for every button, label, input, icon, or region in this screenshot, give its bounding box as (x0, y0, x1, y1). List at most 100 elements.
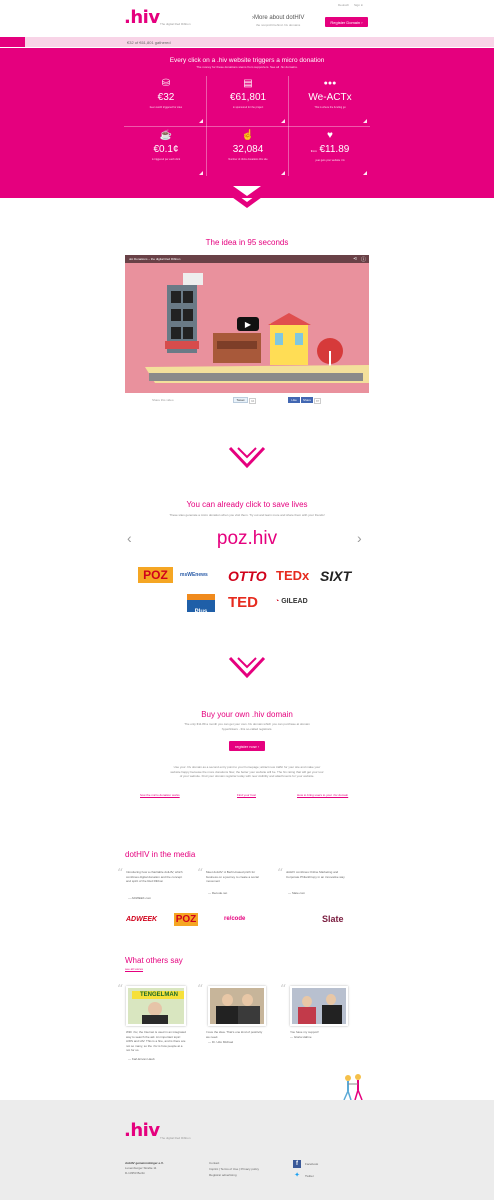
footer-link-registrar[interactable]: Registrar advertising (209, 1173, 237, 1177)
link-how-it-works[interactable]: how the micro donation works (140, 793, 180, 797)
testimonial-photo-3 (290, 986, 348, 1026)
stat-donated[interactable]: ⛁ €32 been worth triggered for sites (126, 78, 206, 126)
heart-icon: ♥ (327, 130, 333, 141)
logo-otto[interactable]: OTTO (228, 568, 267, 584)
logo-tedx[interactable]: TEDx (276, 568, 309, 583)
header: .hiv The digital Red Ribbon ›More about … (0, 0, 494, 36)
coins-icon: ⛁ (161, 78, 171, 89)
media-quote-3-source: — Slate.com (288, 891, 306, 895)
chevron-right-icon: › (257, 743, 260, 749)
person-body (142, 1015, 168, 1024)
tengelmann-sign: TENGELMAN (132, 991, 184, 999)
corner-arrow-icon (363, 171, 367, 175)
corner-arrow-icon (363, 119, 367, 123)
divider (288, 76, 289, 176)
share-icon[interactable]: ⋖ (353, 256, 357, 262)
logo-poz-media[interactable]: POZ (174, 913, 198, 926)
media-section-title: dotHIV in the media (125, 850, 196, 859)
facebook-link[interactable]: f Facebook (293, 1160, 318, 1168)
sign-in-link[interactable]: Sign in (354, 3, 363, 7)
footer-org-street: Luxemburger Straße 11 (125, 1166, 157, 1170)
lang-link-de[interactable]: Deutsch (338, 3, 349, 7)
logo-msw[interactable]: msWEnews (180, 572, 208, 578)
more-about-link[interactable]: ›More about dotHIV (252, 15, 304, 21)
logo-sixt[interactable]: SIXT (320, 568, 351, 584)
link-bring-users[interactable]: How to bring users to your .hiv domain (297, 793, 348, 797)
person-head (302, 996, 312, 1007)
media-quote-1: Introducing how a charitable dotHIV, whi… (126, 870, 183, 883)
see-all-voices-link[interactable]: see all voices (125, 967, 143, 971)
corner-arrow-icon (281, 119, 285, 123)
logo-ted[interactable]: TED (228, 594, 258, 611)
play-icon: ▶ (244, 319, 252, 329)
footer-logo[interactable]: .hiv (124, 1120, 160, 1141)
logo-plus[interactable]: Plus (187, 594, 215, 615)
testimonial-1-text: With .hiv, the Internet is used in an in… (126, 1030, 186, 1052)
quote-icon: “ (280, 982, 287, 996)
stat-beneficiary[interactable]: ●●● We-ACTx This is where the funding go (290, 78, 370, 126)
media-quote-1-source: — ADWEEK.com (128, 896, 152, 900)
testimonial-2-text: I love the idea. That's one kind of posi… (206, 1030, 263, 1039)
media-quote-2: Meet dotHIV: A Berlin-based pitch for bu… (206, 870, 259, 883)
register-domain-button[interactable]: Register Domain › (325, 17, 368, 27)
media-quote-2-source: — Recode.net (208, 891, 228, 895)
footer-link-legal[interactable]: Imprint | Terms of Use | Privacy policy (209, 1167, 259, 1171)
footer-link-contact[interactable]: Contact (209, 1161, 219, 1165)
like-count: 87 (314, 398, 322, 404)
click-icon: ☝ (241, 130, 255, 141)
stat-price[interactable]: ♥ from €11.89 year gets your website .hi… (290, 130, 370, 178)
person-head (242, 994, 253, 1006)
hero-title: Every click on a .hiv website triggers a… (169, 57, 325, 64)
info-icon[interactable]: ⓘ (361, 256, 366, 263)
chevron-down-icon[interactable] (225, 186, 269, 210)
couple-illustration (343, 1074, 363, 1101)
logo-slate[interactable]: Slate (322, 914, 344, 924)
testimonial-3-source: — Gloria Hahne (290, 1035, 312, 1039)
click-section-subtitle: These sites generate a micro donation wh… (169, 513, 325, 517)
like-button[interactable]: Like (288, 397, 300, 403)
logo-gilead[interactable]: ◔ GILEAD (275, 598, 308, 605)
link-find-host[interactable]: Find your host (237, 793, 256, 797)
donation-progress-bar: €32 of €61,801 gathered (0, 37, 494, 47)
footer-org-city: D-13353 Berlin (125, 1171, 146, 1175)
stat-sponsored[interactable]: ▤ €61,801 in sponsored for the project (208, 78, 288, 126)
carousel-prev-icon[interactable]: ‹ (127, 530, 132, 546)
media-quote-3: dotHIV combines Online Marketing and Cor… (286, 870, 345, 879)
more-about-sub: the nonprofit behind .hiv domains (256, 23, 301, 27)
testimonial-photo-1: TENGELMAN (126, 986, 186, 1026)
corner-arrow-icon (199, 171, 203, 175)
footer-tagline: The digital Red Ribbon (160, 1136, 191, 1140)
twitter-icon: ✦ (294, 1172, 300, 1179)
carousel-next-icon[interactable]: › (357, 530, 362, 546)
tweet-count: 94 (249, 398, 257, 404)
current-domain[interactable]: poz.hiv (0, 528, 494, 550)
logo[interactable]: .hiv (124, 7, 160, 28)
facebook-icon: f (293, 1160, 301, 1168)
fb-share-button[interactable]: Share (301, 397, 313, 403)
corner-arrow-icon (281, 171, 285, 175)
testimonial-2-source: — Dr. Udo Michael (208, 1040, 234, 1044)
video-section-title: The idea in 95 seconds (205, 238, 289, 247)
buy-intro: The only €11.89 a month you can get your… (184, 722, 310, 731)
tweet-button[interactable]: Tweet (233, 397, 248, 403)
logo-poz[interactable]: POZ (138, 567, 173, 583)
testimonial-1-source: — Karl-Erivan Haub (128, 1057, 155, 1061)
video-player[interactable]: dot Donations – the digital Red Ribbon ▶… (125, 255, 369, 393)
person-body (216, 1006, 238, 1024)
click-section-title: You can already click to save lives (186, 500, 308, 509)
quote-icon: “ (277, 866, 284, 880)
logo-adweek[interactable]: ADWEEK (126, 916, 157, 923)
chevron-down-icon[interactable] (228, 446, 266, 470)
tagline: The digital Red Ribbon (160, 22, 191, 26)
chevron-down-icon[interactable] (228, 656, 266, 680)
register-now-button[interactable]: register now › (229, 741, 265, 751)
stat-per-click[interactable]: ☕ €0.1¢ is triggered per each click (126, 130, 206, 178)
money-icon: ▤ (243, 78, 253, 89)
logo-recode[interactable]: re/code (224, 916, 245, 922)
twitter-link[interactable]: ✦ Twitter (293, 1172, 314, 1180)
progress-text: €32 of €61,801 gathered (127, 40, 171, 45)
stat-clicks[interactable]: ☝ 32,084 Number of clicks donations this… (208, 130, 288, 178)
chevron-right-icon: › (361, 19, 363, 25)
play-button[interactable]: ▶ (237, 317, 259, 331)
person-head (326, 994, 336, 1005)
